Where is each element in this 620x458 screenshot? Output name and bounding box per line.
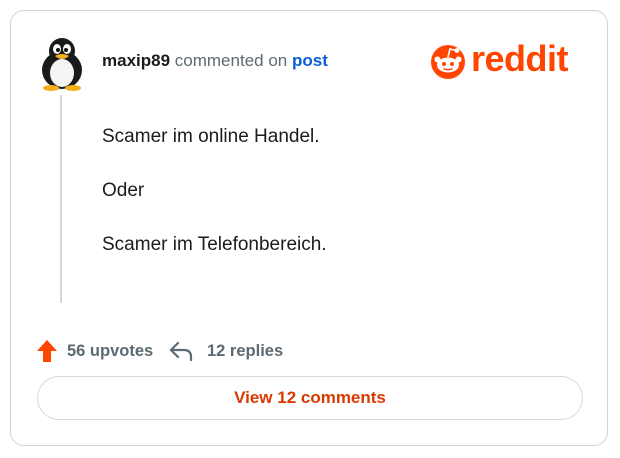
thread-line [60, 95, 62, 303]
comment-body-line: Oder [102, 180, 145, 201]
comment-embed-card: maxip89 commented on post reddit Scamer … [10, 10, 608, 446]
reddit-wordmark: reddit [471, 38, 569, 79]
reply-count: 12 replies [207, 341, 284, 360]
post-link[interactable]: post [292, 51, 328, 70]
comment-header: maxip89 commented on post [102, 51, 328, 71]
replies-stat[interactable]: 12 replies [169, 338, 283, 364]
action-text: commented on [174, 51, 288, 70]
reddit-snoo-icon [431, 45, 465, 79]
username[interactable]: maxip89 [102, 51, 170, 70]
comment-body-line: Scamer im online Handel. [102, 126, 320, 147]
upvote-arrow-icon [37, 340, 57, 362]
upvote-count: 56 upvotes [67, 341, 154, 360]
view-comments-button[interactable]: View 12 comments [37, 376, 583, 420]
reddit-logo[interactable]: reddit [429, 38, 589, 81]
user-avatar[interactable] [36, 37, 88, 91]
comment-body-line: Scamer im Telefonbereich. [102, 234, 327, 255]
reply-arrow-icon [169, 341, 193, 362]
upvote-stat[interactable]: 56 upvotes [36, 338, 153, 364]
